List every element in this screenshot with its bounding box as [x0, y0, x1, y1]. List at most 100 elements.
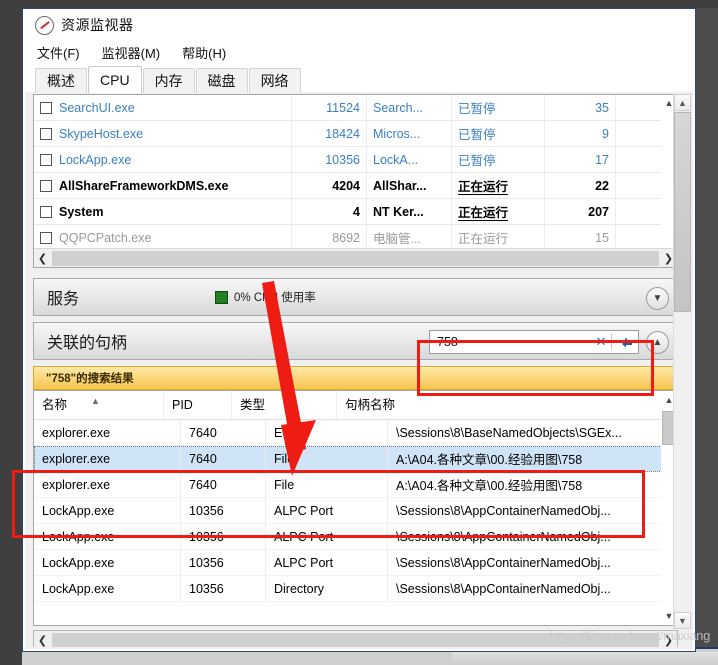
table-row[interactable]: LockApp.exe 10356 ALPC Port \Sessions\8\…: [34, 549, 682, 576]
column-header-name[interactable]: 名称 ▲: [34, 391, 164, 419]
resource-monitor-gauge-icon: [35, 15, 54, 35]
handle-pid: 7640: [180, 471, 266, 498]
menu-item-help[interactable]: 帮助(H): [180, 41, 228, 64]
column-header-handle-name[interactable]: 句柄名称: [337, 391, 661, 419]
process-status-text: 正在运行: [458, 232, 509, 246]
handles-section-header[interactable]: 关联的句柄 758 ✕ ▲: [33, 322, 678, 360]
tab-memory[interactable]: 内存: [142, 68, 195, 93]
process-desc: NT Ker...: [366, 198, 452, 225]
handle-process-name: explorer.exe: [34, 420, 181, 446]
search-input[interactable]: 758: [430, 335, 591, 349]
handle-pid: 7640: [180, 420, 266, 446]
process-status: 已暂停: [451, 120, 545, 147]
process-threads: 9: [544, 120, 616, 147]
chevron-up-icon[interactable]: ▲: [674, 94, 691, 111]
handle-process-name: explorer.exe: [34, 445, 181, 472]
process-desc: 电脑管...: [366, 224, 452, 251]
process-desc: LockA...: [366, 146, 452, 173]
process-pid: 11524: [291, 95, 367, 121]
window-vertical-scrollbar[interactable]: ▲ ▼: [673, 94, 691, 629]
column-header-pid[interactable]: PID: [164, 391, 232, 419]
process-threads: 207: [544, 198, 616, 225]
process-name-cell[interactable]: SearchUI.exe: [34, 95, 292, 121]
process-pid: 10356: [291, 146, 367, 173]
process-status-text: 正在运行: [458, 206, 509, 221]
sort-ascending-icon: ▲: [91, 396, 100, 406]
process-status: 正在运行: [451, 198, 545, 225]
process-name-cell[interactable]: AllShareFrameworkDMS.exe: [34, 172, 292, 199]
handle-process-name: LockApp.exe: [34, 523, 181, 550]
chevron-down-icon[interactable]: ▼: [646, 287, 669, 310]
handle-name: A:\A04.各种文章\00.经验用图\758: [387, 471, 682, 498]
column-header-type[interactable]: 类型: [232, 391, 337, 419]
table-row[interactable]: System 4 NT Ker... 正在运行 207 3 1.: [34, 198, 682, 225]
table-row[interactable]: explorer.exe 7640 File A:\A04.各种文章\00.经验…: [34, 471, 682, 498]
handles-panel: 名称 ▲ PID 类型 句柄名称 explorer.exe 7640 Event…: [33, 390, 682, 626]
process-name: SearchUI.exe: [59, 100, 135, 115]
processes-horizontal-scrollbar[interactable]: ❮ ❯: [34, 248, 677, 267]
tab-overview[interactable]: 概述: [35, 68, 87, 93]
menu-item-monitor[interactable]: 监视器(M): [100, 41, 163, 64]
processes-table: SearchUI.exe 11524 Search... 已暂停 35 0 0.…: [34, 95, 682, 251]
tab-cpu[interactable]: CPU: [88, 66, 142, 93]
tab-disk[interactable]: 磁盘: [195, 68, 248, 93]
handle-process-name: LockApp.exe: [34, 549, 181, 576]
row-checkbox[interactable]: [40, 179, 52, 192]
column-header-name-label: 名称: [42, 398, 68, 412]
handle-type: ALPC Port: [265, 523, 388, 550]
window-scroll-thumb[interactable]: [674, 112, 691, 312]
table-row[interactable]: LockApp.exe 10356 ALPC Port \Sessions\8\…: [34, 497, 682, 524]
handle-name: \Sessions\8\AppContainerNamedObj...: [387, 575, 682, 602]
handle-type: File: [265, 445, 388, 472]
table-row[interactable]: AllShareFrameworkDMS.exe 4204 AllShar...…: [34, 172, 682, 199]
close-icon[interactable]: ✕: [591, 334, 611, 350]
process-status: 正在运行: [451, 172, 545, 199]
process-name-cell[interactable]: LockApp.exe: [34, 146, 292, 173]
handle-type: ALPC Port: [265, 549, 388, 576]
process-name-cell[interactable]: System: [34, 198, 292, 225]
table-row[interactable]: explorer.exe 7640 Event \Sessions\8\Base…: [34, 420, 682, 446]
table-row[interactable]: explorer.exe 7640 File A:\A04.各种文章\00.经验…: [34, 445, 682, 472]
handle-process-name: LockApp.exe: [34, 575, 181, 602]
handle-type: Event: [265, 420, 388, 446]
process-name-cell[interactable]: SkypeHost.exe: [34, 120, 292, 147]
process-status-text: 已暂停: [458, 154, 496, 168]
content-scroll-host: SearchUI.exe 11524 Search... 已暂停 35 0 0.…: [27, 94, 682, 647]
process-name: AllShareFrameworkDMS.exe: [59, 178, 229, 193]
scroll-left-icon[interactable]: ❮: [34, 249, 51, 267]
handle-name: \Sessions\8\AppContainerNamedObj...: [387, 523, 682, 550]
table-row[interactable]: SearchUI.exe 11524 Search... 已暂停 35 0 0.: [34, 95, 682, 121]
taskbar-window-strip[interactable]: [452, 652, 718, 665]
table-row[interactable]: QQPCPatch.exe 8692 电脑管... 正在运行 15 4 1.: [34, 224, 682, 251]
processes-hscroll-track[interactable]: [52, 250, 659, 266]
process-pid: 4204: [291, 172, 367, 199]
menu-item-file[interactable]: 文件(F): [35, 41, 82, 64]
process-name: SkypeHost.exe: [59, 126, 144, 141]
scroll-left-icon[interactable]: ❮: [34, 631, 51, 647]
process-status: 已暂停: [451, 95, 545, 121]
search-refresh-icon[interactable]: [612, 336, 638, 349]
services-section-header[interactable]: 服务 0% CPU 使用率 ▼: [33, 278, 678, 316]
title-bar[interactable]: 资源监视器: [25, 11, 693, 39]
handles-table: explorer.exe 7640 Event \Sessions\8\Base…: [34, 420, 682, 602]
table-row[interactable]: SkypeHost.exe 18424 Micros... 已暂停 9 0 0.: [34, 120, 682, 147]
row-checkbox[interactable]: [40, 231, 52, 244]
table-row[interactable]: LockApp.exe 10356 Directory \Sessions\8\…: [34, 575, 682, 602]
table-row[interactable]: LockApp.exe 10356 ALPC Port \Sessions\8\…: [34, 523, 682, 550]
process-name-cell[interactable]: QQPCPatch.exe: [34, 224, 292, 251]
services-section-title: 服务: [47, 291, 80, 308]
process-desc: Search...: [366, 95, 452, 121]
chevron-down-icon[interactable]: ▼: [674, 612, 691, 629]
process-name: LockApp.exe: [59, 152, 132, 167]
search-result-banner: "758"的搜索结果: [33, 366, 678, 390]
row-checkbox[interactable]: [40, 205, 52, 218]
handle-search-box[interactable]: 758 ✕: [429, 330, 639, 354]
tab-network[interactable]: 网络: [248, 68, 301, 93]
row-checkbox[interactable]: [40, 153, 52, 166]
row-checkbox[interactable]: [40, 127, 52, 140]
processes-panel: SearchUI.exe 11524 Search... 已暂停 35 0 0.…: [33, 94, 682, 268]
chevron-up-icon[interactable]: ▲: [646, 331, 669, 354]
table-row[interactable]: LockApp.exe 10356 LockA... 已暂停 17 0 0.: [34, 146, 682, 173]
menu-bar: 文件(F) 监视器(M) 帮助(H): [25, 39, 693, 65]
row-checkbox[interactable]: [40, 101, 52, 114]
